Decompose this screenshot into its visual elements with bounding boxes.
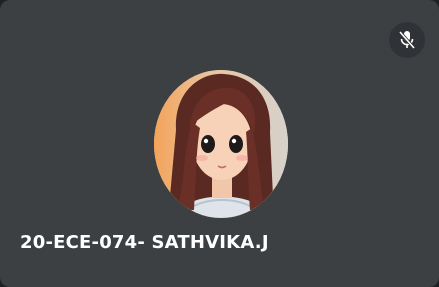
participant-tile[interactable]: 20-ECE-074- SATHVIKA.J xyxy=(0,0,439,287)
participant-name: 20-ECE-074- SATHVIKA.J xyxy=(20,232,269,253)
avatar xyxy=(154,70,288,218)
mic-muted-indicator xyxy=(389,22,425,58)
mic-off-icon xyxy=(398,30,416,50)
avatar-image xyxy=(154,70,288,218)
